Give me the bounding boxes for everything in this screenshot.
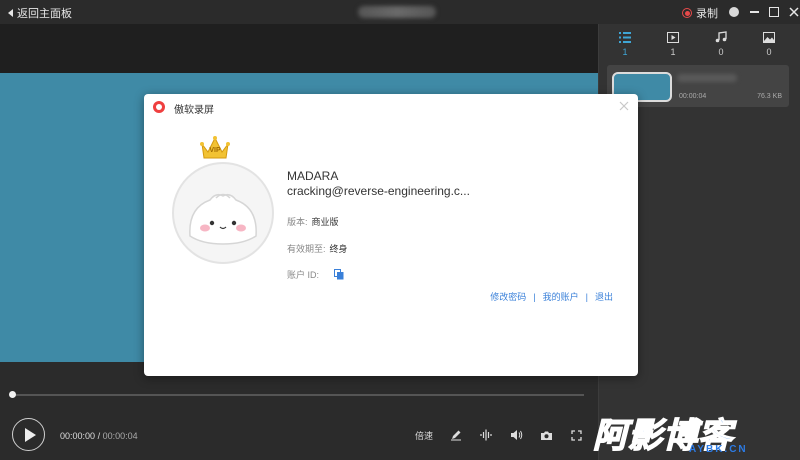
fullscreen-button[interactable]	[569, 428, 583, 442]
maximize-button[interactable]	[766, 4, 782, 20]
username: MADARA	[287, 169, 339, 183]
record-button[interactable]: 录制	[682, 5, 718, 21]
close-icon	[619, 101, 629, 111]
camera-icon	[540, 431, 552, 440]
back-to-main-button[interactable]: 返回主面板	[8, 5, 72, 21]
recording-duration: 00:00:04	[679, 93, 707, 100]
bun-mascot-icon	[189, 193, 257, 245]
watermark: 阿影博客 AYBK.CN	[592, 408, 793, 460]
waveform-icon	[480, 429, 492, 441]
video-icon	[653, 30, 693, 44]
speed-label: 倍速	[415, 430, 434, 441]
user-email: cracking@reverse-engineering.c...	[287, 184, 470, 198]
close-icon	[789, 7, 799, 17]
tab-video-count: 1	[670, 47, 676, 57]
volume-icon	[510, 430, 522, 440]
fullscreen-icon	[570, 429, 582, 441]
time-display: 00:00:00 / 00:00:04	[60, 431, 138, 441]
speed-button[interactable]: 倍速	[415, 428, 433, 442]
media-tabs: 1 1 0 0	[599, 30, 800, 64]
app-logo-icon	[153, 101, 165, 113]
recording-size: 76.3 KB	[757, 93, 782, 100]
progress-bar[interactable]	[12, 394, 584, 396]
minimize-button[interactable]	[746, 4, 762, 20]
close-button[interactable]	[786, 4, 800, 20]
play-button[interactable]	[12, 418, 45, 451]
link-separator: |	[533, 291, 536, 302]
vip-badge: VIP	[209, 147, 221, 154]
tab-audio[interactable]: 0	[701, 30, 741, 57]
expiry-field: 有效期至: 终身	[287, 242, 348, 255]
tab-image-count: 0	[766, 47, 772, 57]
current-time: 00:00:00	[60, 431, 96, 441]
watermark-subtext: AYBK.CN	[689, 444, 748, 455]
total-time: 00:00:04	[102, 431, 138, 441]
account-dialog: 傲软录屏 VIP MADARA cracking@reverse-enginee…	[144, 94, 638, 376]
version-label: 版本:	[287, 217, 308, 227]
account-id-field: 账户 ID:	[287, 268, 319, 281]
screenshot-button[interactable]	[539, 428, 553, 442]
player-controls: 00:00:00 / 00:00:04 倍速	[0, 362, 598, 460]
edit-button[interactable]	[449, 428, 463, 442]
account-links: 修改密码 | 我的账户 | 退出	[490, 290, 613, 303]
logout-link[interactable]: 退出	[595, 290, 613, 303]
pen-icon	[451, 430, 461, 441]
music-icon	[701, 30, 741, 44]
tab-video[interactable]: 1	[653, 30, 693, 57]
record-icon	[682, 8, 692, 18]
account-id-label: 账户 ID:	[287, 270, 320, 280]
dialog-close-button[interactable]	[619, 98, 629, 114]
expiry-label: 有效期至:	[287, 244, 326, 254]
play-icon	[24, 427, 36, 442]
chat-button[interactable]	[726, 4, 742, 20]
title-bar: 返回主面板 录制	[0, 0, 800, 24]
chat-bubble-icon	[729, 7, 739, 17]
blurred-filename	[677, 74, 737, 82]
change-password-link[interactable]: 修改密码	[490, 290, 526, 303]
back-label: 返回主面板	[17, 8, 72, 20]
my-account-link[interactable]: 我的账户	[543, 290, 579, 303]
avatar	[172, 162, 274, 264]
version-value: 商业版	[311, 217, 339, 227]
version-field: 版本: 商业版	[287, 215, 339, 228]
dialog-title: 傲软录屏	[174, 105, 214, 116]
tab-all-count: 1	[622, 47, 628, 57]
list-icon	[605, 30, 645, 44]
audio-wave-button[interactable]	[479, 428, 493, 442]
tab-all[interactable]: 1	[605, 30, 645, 57]
time-separator: /	[97, 431, 101, 441]
progress-handle[interactable]	[9, 391, 16, 398]
volume-button[interactable]	[509, 428, 523, 442]
copy-icon[interactable]	[334, 269, 344, 280]
tab-image[interactable]: 0	[749, 30, 789, 57]
expiry-value: 终身	[329, 244, 348, 254]
tab-audio-count: 0	[718, 47, 724, 57]
record-label: 录制	[696, 8, 718, 20]
back-arrow-icon	[8, 9, 13, 17]
image-icon	[749, 30, 789, 44]
link-separator: |	[585, 291, 588, 302]
blurred-window-title	[358, 6, 436, 18]
